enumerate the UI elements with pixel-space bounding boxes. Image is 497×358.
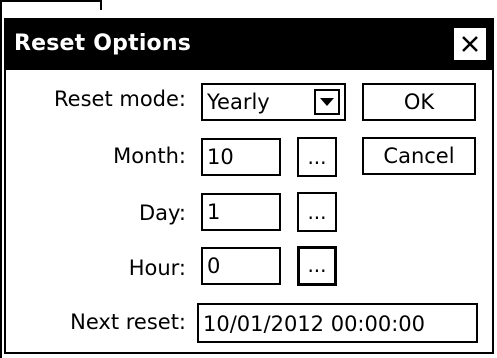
- reset-mode-label: Reset mode:: [54, 87, 186, 111]
- ok-button[interactable]: OK: [362, 83, 476, 121]
- month-browse-button[interactable]: ...: [297, 137, 337, 177]
- dialog-title: Reset Options: [14, 31, 192, 56]
- next-reset-label: Next reset:: [70, 310, 186, 334]
- hour-input[interactable]: 0: [201, 247, 281, 285]
- day-browse-button[interactable]: ...: [297, 192, 337, 232]
- ok-button-label: OK: [403, 90, 435, 114]
- cancel-button-label: Cancel: [383, 144, 455, 168]
- hour-browse-label: ...: [307, 253, 327, 277]
- hour-label: Hour:: [128, 256, 186, 280]
- close-icon: [462, 36, 478, 52]
- title-bar: Reset Options: [6, 20, 492, 70]
- hour-browse-button[interactable]: ...: [297, 246, 337, 286]
- next-reset-value: 10/01/2012 00:00:00: [203, 312, 426, 336]
- day-value: 1: [207, 200, 221, 224]
- close-button[interactable]: [454, 28, 486, 60]
- reset-options-dialog: Reset Options Reset mode: Yearly OK Mont…: [4, 18, 494, 354]
- month-value: 10: [207, 145, 234, 169]
- next-reset-field: 10/01/2012 00:00:00: [197, 303, 478, 343]
- chevron-down-icon: [320, 98, 334, 106]
- cancel-button[interactable]: Cancel: [362, 137, 476, 175]
- reset-mode-value: Yearly: [207, 90, 270, 114]
- reset-mode-select[interactable]: Yearly: [201, 83, 346, 121]
- day-input[interactable]: 1: [201, 193, 281, 231]
- month-label: Month:: [113, 144, 186, 168]
- day-browse-label: ...: [307, 200, 327, 224]
- hour-value: 0: [207, 254, 221, 278]
- background-window-edge: [2, 0, 102, 10]
- dropdown-button[interactable]: [314, 89, 340, 115]
- month-browse-label: ...: [307, 145, 327, 169]
- day-label: Day:: [138, 201, 186, 225]
- month-input[interactable]: 10: [201, 138, 281, 176]
